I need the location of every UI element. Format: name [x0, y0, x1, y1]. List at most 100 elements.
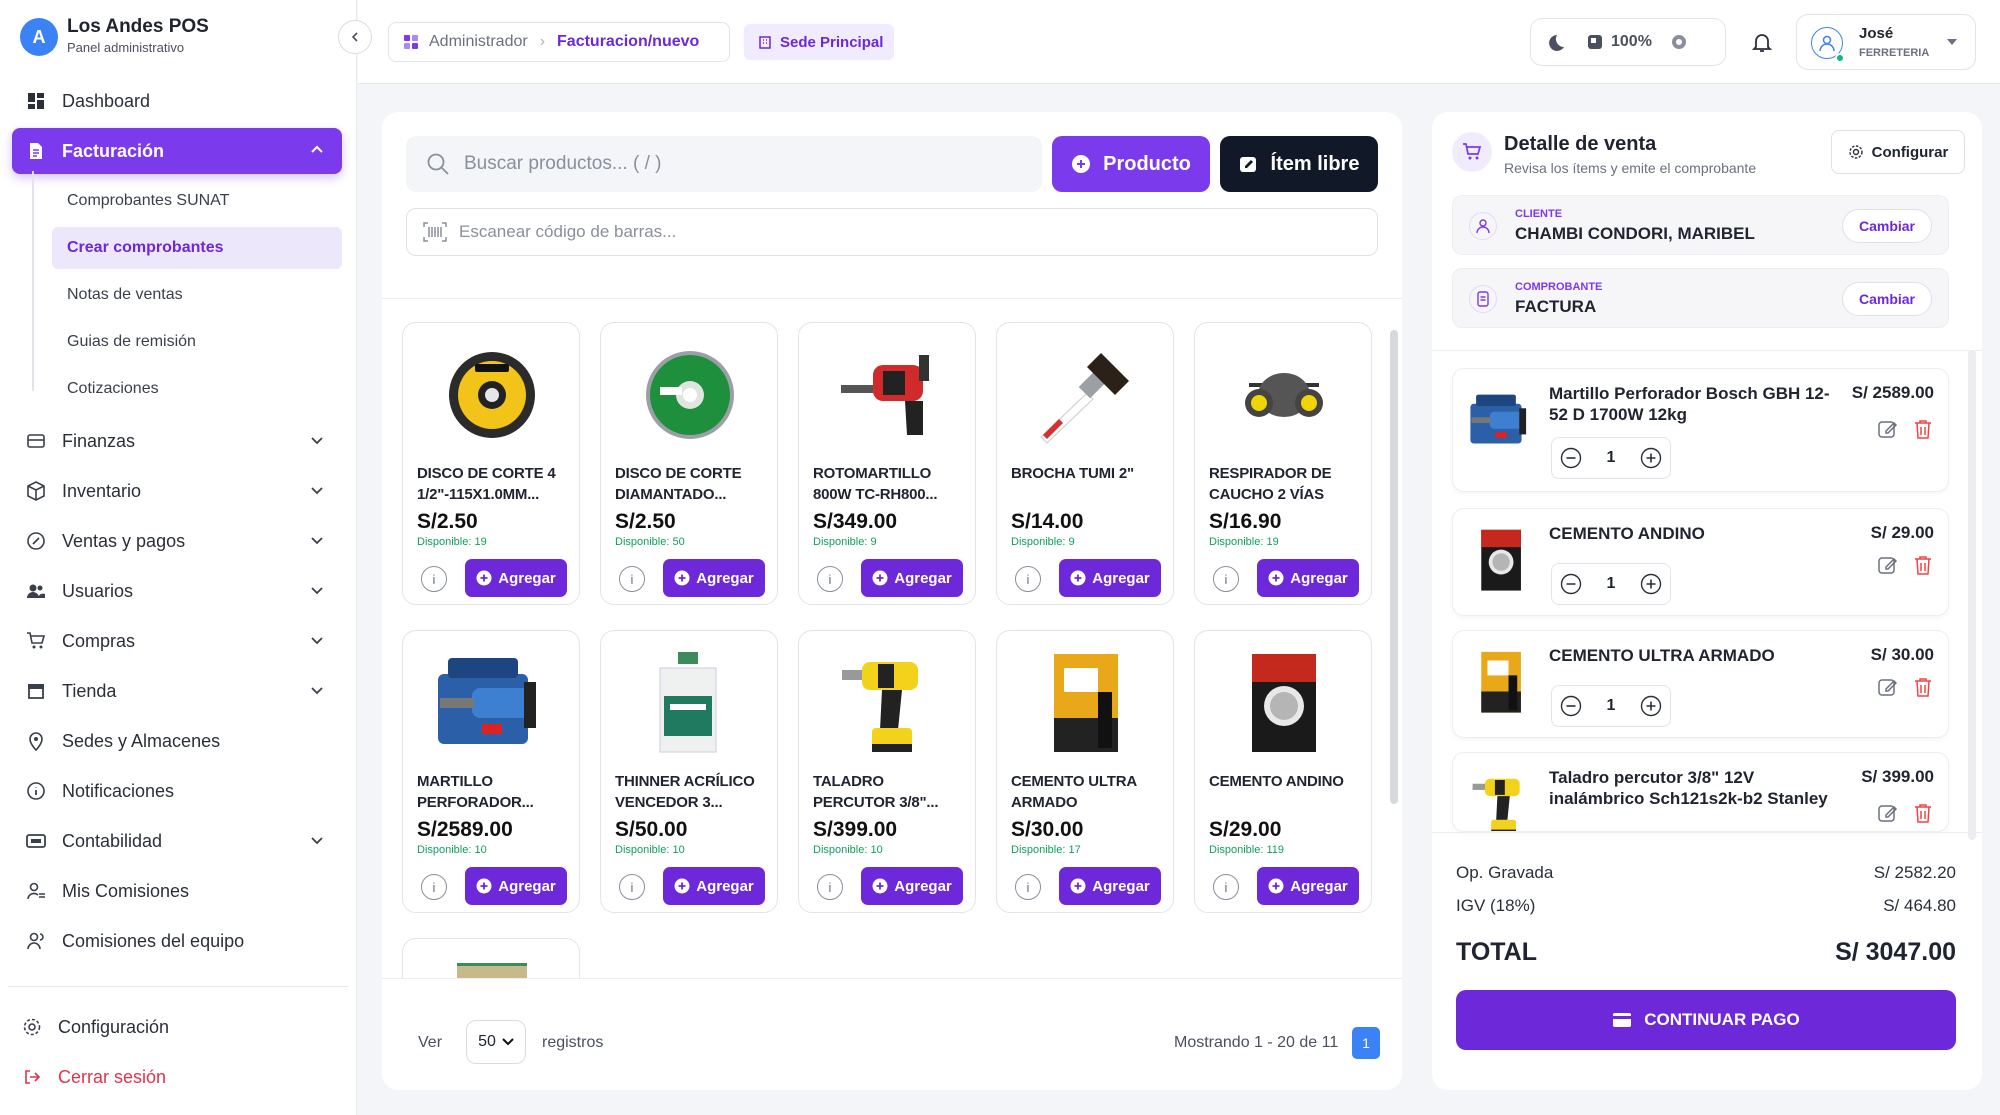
product-card[interactable]: RESPIRADOR DE CAUCHO 2 VÍAS S/16.90 Dispon…	[1194, 322, 1372, 605]
document-value: FACTURA	[1515, 297, 1597, 316]
sidebar-item-dashboard[interactable]: Dashboard	[12, 78, 342, 124]
sede-badge[interactable]: Sede Principal	[744, 24, 894, 60]
info-icon[interactable]: i	[1213, 566, 1239, 592]
sidebar-item-contabilidad[interactable]: Contabilidad	[12, 818, 342, 864]
product-image	[819, 337, 957, 453]
breadcrumb-root[interactable]: Administrador	[429, 33, 528, 51]
info-icon[interactable]: i	[817, 566, 843, 592]
product-card[interactable]: THINNER ACRÍLICO VENCEDOR 3... S/50.00 Dis…	[600, 630, 778, 913]
zoom-control[interactable]: 100%	[1587, 33, 1652, 51]
product-card[interactable]: DISCO DE CORTE DIAMANTADO... S/2.50 Dispon…	[600, 322, 778, 605]
sidebar-item-notificaciones[interactable]: Notificaciones	[12, 768, 342, 814]
totals-divider	[1432, 832, 1982, 833]
submenu-item[interactable]: Guias de remisión	[52, 321, 342, 363]
product-card[interactable]: CEMENTO ULTRA ARMADO S/30.00 Disponible: 1…	[996, 630, 1174, 913]
detail-scrollbar[interactable]	[1968, 350, 1976, 840]
sidebar-item-facturacion[interactable]: Facturación	[12, 128, 342, 174]
sidebar-config[interactable]: Configuración	[8, 1004, 338, 1050]
continue-payment-button[interactable]: CONTINUAR PAGO	[1456, 990, 1956, 1050]
products-scrollbar[interactable]	[1390, 330, 1398, 804]
trash-icon[interactable]	[1914, 803, 1932, 823]
page-button[interactable]: 1	[1352, 1027, 1380, 1059]
sidebar-item-ventas-y-pagos[interactable]: Ventas y pagos	[12, 518, 342, 564]
plus-circle-icon[interactable]	[1640, 695, 1662, 717]
info-icon[interactable]: i	[421, 566, 447, 592]
add-to-cart-button[interactable]: Agregar	[861, 867, 963, 905]
trash-icon[interactable]	[1914, 419, 1932, 439]
plus-circle-icon[interactable]	[1640, 573, 1662, 595]
product-name: TALADRO PERCUTOR 3/8"...	[813, 773, 939, 811]
plus-circle-icon[interactable]	[1640, 447, 1662, 469]
sidebar-item-sedes-y-almacenes[interactable]: Sedes y Almacenes	[12, 718, 342, 764]
change-document-button[interactable]: Cambiar	[1842, 282, 1932, 316]
add-to-cart-button[interactable]: Agregar	[663, 867, 765, 905]
product-card[interactable]: MARTILLO PERFORADOR... S/2589.00 Disponibl…	[402, 630, 580, 913]
settings-icon[interactable]	[1668, 31, 1690, 53]
info-icon[interactable]: i	[619, 566, 645, 592]
add-to-cart-button[interactable]: Agregar	[1257, 559, 1359, 597]
sidebar-item-compras[interactable]: Compras	[12, 618, 342, 664]
moon-icon[interactable]	[1549, 31, 1571, 53]
change-client-button[interactable]: Cambiar	[1842, 209, 1932, 243]
add-to-cart-button[interactable]: Agregar	[1059, 867, 1161, 905]
info-icon[interactable]: i	[1015, 566, 1041, 592]
submenu-item[interactable]: Notas de ventas	[52, 274, 342, 316]
sidebar-item-inventario[interactable]: Inventario	[12, 468, 342, 514]
info-icon[interactable]: i	[619, 874, 645, 900]
barcode-input[interactable]: Escanear código de barras...	[406, 208, 1378, 256]
trash-icon[interactable]	[1914, 555, 1932, 575]
product-name: BROCHA TUMI 2"	[1011, 465, 1134, 482]
collapse-sidebar-button[interactable]	[338, 20, 372, 54]
quantity-stepper[interactable]: 1	[1551, 563, 1671, 605]
submenu-item[interactable]: Cotizaciones	[52, 368, 342, 410]
free-item-button[interactable]: Ítem libre	[1220, 136, 1378, 192]
info-icon[interactable]: i	[817, 874, 843, 900]
edit-icon[interactable]	[1878, 803, 1898, 823]
add-to-cart-button[interactable]: Agregar	[465, 867, 567, 905]
user-menu[interactable]: José FERRETERIA	[1796, 14, 1976, 70]
product-card[interactable]: TALADRO PERCUTOR 3/8"... S/399.00 Disponib…	[798, 630, 976, 913]
edit-icon[interactable]	[1878, 419, 1898, 439]
product-card[interactable]: BROCHA TUMI 2" S/14.00 Disponible: 9 i Agreg…	[996, 322, 1174, 605]
product-price: S/2.50	[417, 510, 478, 533]
bell-icon[interactable]	[1744, 24, 1780, 60]
product-card[interactable]: ROTOMARTILLO 800W TC-RH800... S/349.00 Dis…	[798, 322, 976, 605]
minus-circle-icon[interactable]	[1560, 695, 1582, 717]
submenu-item[interactable]: Comprobantes SUNAT	[52, 180, 342, 222]
info-icon[interactable]: i	[421, 874, 447, 900]
configure-button[interactable]: Configurar	[1831, 130, 1965, 174]
chevron-right-icon: ›	[539, 33, 546, 50]
building-icon	[758, 35, 772, 49]
add-to-cart-button[interactable]: Agregar	[1257, 867, 1359, 905]
add-to-cart-button[interactable]: Agregar	[663, 559, 765, 597]
add-to-cart-button[interactable]: Agregar	[861, 559, 963, 597]
sidebar-item-mis-comisiones[interactable]: Mis Comisiones	[12, 868, 342, 914]
trash-icon[interactable]	[1914, 677, 1932, 697]
submenu-item[interactable]: Crear comprobantes	[52, 227, 342, 269]
add-to-cart-button[interactable]: Agregar	[465, 559, 567, 597]
product-image	[1017, 337, 1155, 453]
sidebar-item-usuarios[interactable]: Usuarios	[12, 568, 342, 614]
add-label: Agregar	[894, 877, 952, 895]
edit-icon[interactable]	[1878, 677, 1898, 697]
search-input[interactable]: Buscar productos... ( / )	[406, 136, 1042, 192]
minus-circle-icon[interactable]	[1560, 573, 1582, 595]
sidebar-item-finanzas[interactable]: Finanzas	[12, 418, 342, 464]
quantity-stepper[interactable]: 1	[1551, 437, 1671, 479]
product-card[interactable]: CEMENTO ANDINO S/29.00 Disponible: 119 i Agr…	[1194, 630, 1372, 913]
minus-circle-icon[interactable]	[1560, 447, 1582, 469]
per-page-select[interactable]: 50	[466, 1020, 526, 1064]
line-image	[1467, 523, 1535, 597]
sidebar-item-comisiones-del-equipo[interactable]: Comisiones del equipo	[12, 918, 342, 964]
sidebar-item-tienda[interactable]: Tienda	[12, 668, 342, 714]
add-product-button[interactable]: Producto	[1052, 136, 1210, 192]
info-icon[interactable]: i	[1015, 874, 1041, 900]
add-to-cart-button[interactable]: Agregar	[1059, 559, 1161, 597]
logout-link[interactable]: Cerrar sesión	[8, 1054, 338, 1100]
line-image	[1467, 383, 1535, 457]
product-card-partial[interactable]	[402, 938, 580, 978]
info-icon[interactable]: i	[1213, 874, 1239, 900]
edit-icon[interactable]	[1878, 555, 1898, 575]
product-card[interactable]: DISCO DE CORTE 4 1/2"-115X1.0MM... S/2.50…	[402, 322, 580, 605]
quantity-stepper[interactable]: 1	[1551, 685, 1671, 727]
